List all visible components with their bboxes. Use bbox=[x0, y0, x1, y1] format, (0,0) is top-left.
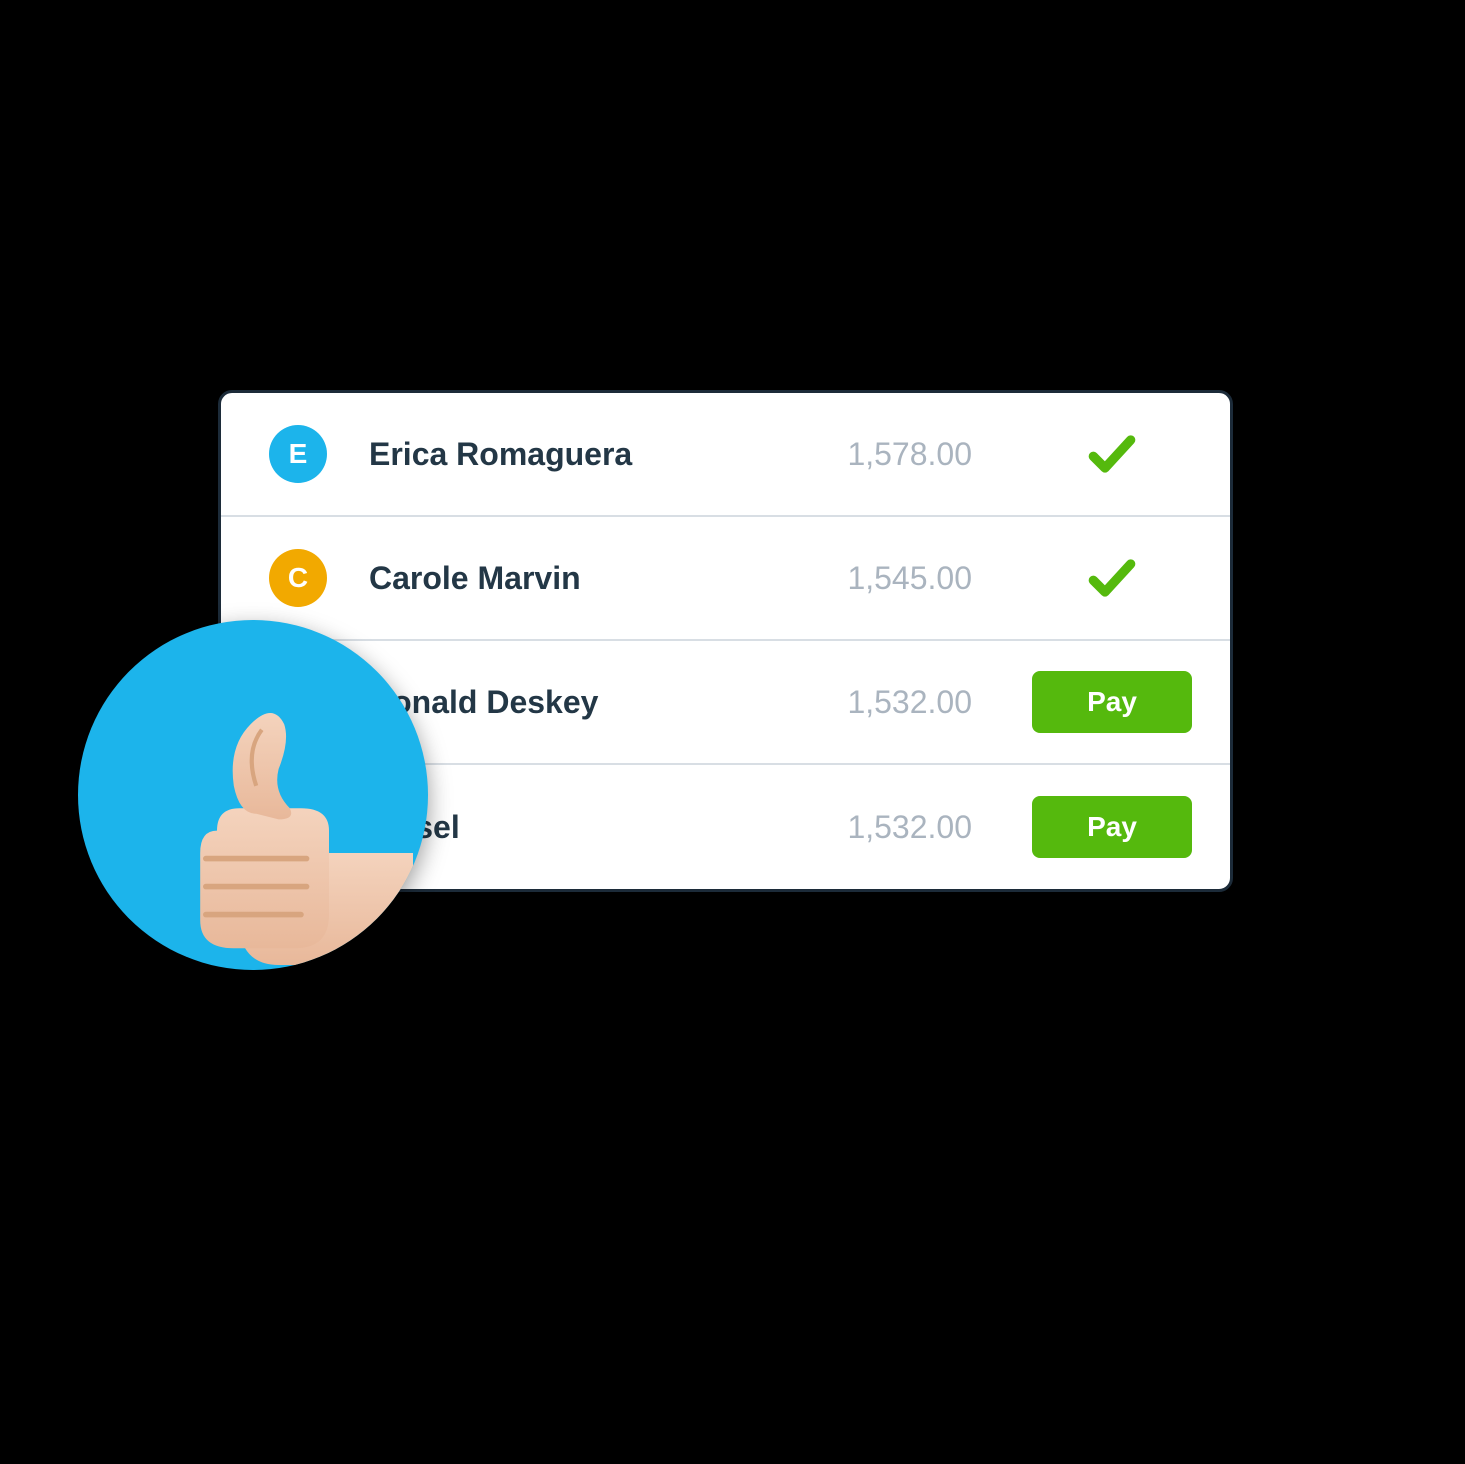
thumbs-up-icon bbox=[133, 685, 413, 965]
list-item: E Erica Romaguera 1,578.00 bbox=[221, 393, 1230, 517]
avatar: C bbox=[269, 549, 327, 607]
person-name: Donald Deskey bbox=[369, 684, 752, 721]
check-icon bbox=[1084, 426, 1140, 482]
amount-value: 1,532.00 bbox=[752, 809, 972, 846]
pay-button[interactable]: Pay bbox=[1032, 671, 1192, 733]
thumbs-up-badge bbox=[78, 620, 428, 970]
person-name: Erica Romaguera bbox=[369, 436, 752, 473]
avatar: E bbox=[269, 425, 327, 483]
status-paid bbox=[1032, 426, 1192, 482]
amount-value: 1,578.00 bbox=[752, 436, 972, 473]
amount-value: 1,532.00 bbox=[752, 684, 972, 721]
person-name: Carole Marvin bbox=[369, 560, 752, 597]
check-icon bbox=[1084, 550, 1140, 606]
pay-button[interactable]: Pay bbox=[1032, 796, 1192, 858]
amount-value: 1,545.00 bbox=[752, 560, 972, 597]
list-item: C Carole Marvin 1,545.00 bbox=[221, 517, 1230, 641]
status-paid bbox=[1032, 550, 1192, 606]
